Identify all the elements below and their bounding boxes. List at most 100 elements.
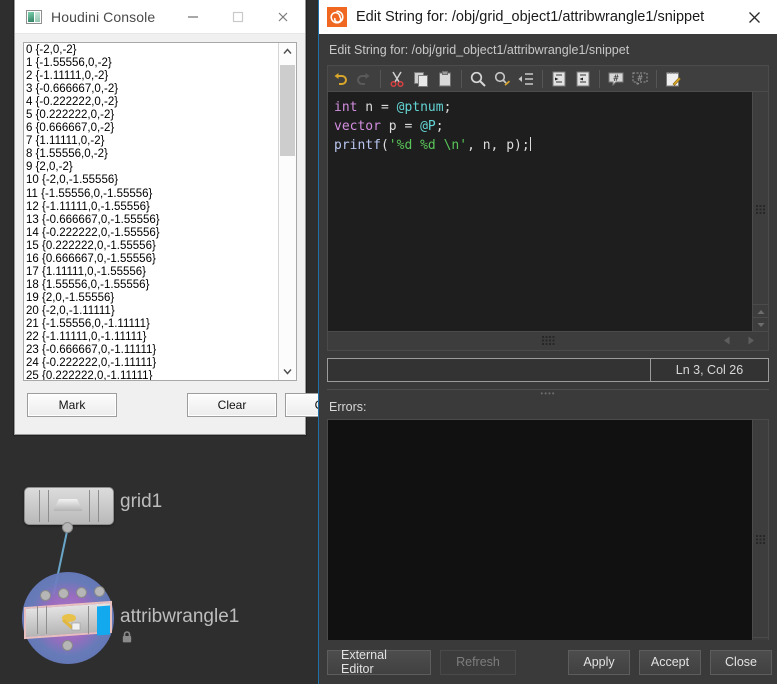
external-editor-button[interactable]: External Editor bbox=[327, 648, 431, 676]
comment-icon[interactable]: # bbox=[604, 67, 628, 91]
text-caret bbox=[529, 137, 531, 151]
code-editor-area[interactable]: int n = @ptnum; vector p = @P; printf('%d … bbox=[327, 91, 769, 332]
code-token: printf bbox=[334, 138, 381, 153]
console-output-line: 6 {0.666667,0,-2} bbox=[26, 122, 115, 135]
unindent-icon[interactable] bbox=[571, 67, 595, 91]
editor-toolbar[interactable]: # # bbox=[327, 65, 769, 91]
copy-icon[interactable] bbox=[409, 67, 433, 91]
svg-text:#: # bbox=[637, 74, 643, 84]
node-grid1-output[interactable] bbox=[62, 522, 73, 533]
edit-string-dialog[interactable]: Edit String for: /obj/grid_object1/attri… bbox=[318, 0, 777, 684]
maximize-icon[interactable] bbox=[215, 0, 260, 33]
mark-button[interactable]: Mark bbox=[27, 393, 117, 417]
node-attribwrangle1-output[interactable] bbox=[62, 640, 73, 651]
node-grid1[interactable] bbox=[24, 487, 114, 525]
console-output-line: 15 {0.222222,0,-1.55556} bbox=[26, 239, 156, 252]
console-output-line: 9 {2,0,-2} bbox=[26, 161, 73, 174]
houdini-console-window[interactable]: Houdini Console 0 {-2,0,-2} 1 {-1.55556,0… bbox=[14, 0, 375, 435]
svg-text:#: # bbox=[613, 74, 619, 84]
code-vertical-scrollbar[interactable] bbox=[752, 92, 768, 331]
cut-icon[interactable] bbox=[385, 67, 409, 91]
code-token: int bbox=[334, 100, 358, 115]
dialog-title: Edit String for: /obj/grid_object1/attri… bbox=[356, 9, 705, 25]
console-titlebar[interactable]: Houdini Console bbox=[15, 0, 305, 34]
undo-icon[interactable] bbox=[328, 67, 352, 91]
scroll-down-icon[interactable] bbox=[753, 317, 768, 331]
status-message bbox=[327, 358, 651, 382]
console-output-line: 16 {0.666667,0,-1.55556} bbox=[26, 252, 156, 265]
scrollbar-thumb[interactable] bbox=[280, 65, 295, 156]
uncomment-icon[interactable]: # bbox=[628, 67, 652, 91]
refresh-button: Refresh bbox=[440, 649, 516, 675]
console-output-line: 24 {-0.222222,0,-1.11111} bbox=[26, 357, 157, 370]
apply-button[interactable]: Apply bbox=[568, 649, 630, 675]
attribwrangle-node-glyph bbox=[58, 612, 84, 632]
code-token: p = bbox=[380, 119, 421, 134]
line-column-indicator: Ln 3, Col 26 bbox=[651, 358, 769, 382]
node-stripe bbox=[37, 605, 38, 635]
clear-button[interactable]: Clear bbox=[187, 393, 277, 417]
code-line: printf('%d %d \n', n, p); bbox=[334, 136, 752, 155]
paste-icon[interactable] bbox=[433, 67, 457, 91]
node-stripe bbox=[48, 490, 49, 522]
code-horizontal-scrollbar[interactable] bbox=[327, 332, 769, 351]
node-attribwrangle1-input-2[interactable] bbox=[76, 587, 87, 598]
find-replace-icon[interactable] bbox=[490, 67, 514, 91]
scroll-left-icon[interactable] bbox=[716, 332, 738, 349]
console-output-line: 3 {-0.666667,0,-2} bbox=[26, 83, 119, 96]
lock-icon bbox=[120, 630, 134, 644]
console-output-line: 23 {-0.666667,0,-1.11111} bbox=[26, 344, 157, 357]
console-title: Houdini Console bbox=[51, 8, 156, 25]
code-token: @P bbox=[420, 119, 436, 134]
close-icon[interactable] bbox=[260, 0, 305, 33]
panel-splitter[interactable]: •••• bbox=[327, 389, 769, 398]
scroll-right-icon[interactable] bbox=[740, 332, 762, 349]
errors-vertical-scrollbar[interactable] bbox=[752, 420, 768, 664]
scroll-up-icon[interactable] bbox=[279, 43, 296, 60]
node-attribwrangle1-label: attribwrangle1 bbox=[120, 606, 240, 627]
node-stripe bbox=[98, 490, 99, 522]
scroll-down-icon[interactable] bbox=[279, 363, 296, 380]
console-output-area[interactable]: 0 {-2,0,-2} 1 {-1.55556,0,-2} 2 {-1.11111,… bbox=[23, 42, 297, 381]
code-text[interactable]: int n = @ptnum; vector p = @P; printf('%d … bbox=[328, 92, 752, 331]
node-attribwrangle1[interactable] bbox=[24, 598, 112, 642]
console-output-line: 5 {0.222222,0,-2} bbox=[26, 109, 115, 122]
code-token: , n, p); bbox=[467, 138, 530, 153]
indent-icon[interactable] bbox=[547, 67, 571, 91]
scrollbar-grip-icon bbox=[756, 533, 765, 551]
errors-label: Errors: bbox=[329, 400, 367, 414]
node-stripe bbox=[46, 605, 47, 635]
console-output-line: 21 {-1.55556,0,-1.11111} bbox=[26, 317, 150, 330]
find-icon[interactable] bbox=[466, 67, 490, 91]
splitter-grip-icon: •••• bbox=[540, 389, 556, 398]
console-output-line: 10 {-2,0,-1.55556} bbox=[26, 174, 119, 187]
errors-content bbox=[328, 420, 752, 664]
toolbar-separator bbox=[380, 69, 381, 88]
errors-panel[interactable] bbox=[327, 419, 769, 665]
accept-button[interactable]: Accept bbox=[639, 649, 701, 675]
code-line: vector p = @P; bbox=[334, 117, 752, 136]
close-icon[interactable] bbox=[731, 0, 777, 34]
node-grid1-label: grid1 bbox=[120, 491, 163, 512]
console-output-line: 13 {-0.666667,0,-1.55556} bbox=[26, 213, 160, 226]
dialog-titlebar[interactable]: Edit String for: /obj/grid_object1/attri… bbox=[319, 0, 777, 34]
grid-node-glyph bbox=[53, 499, 83, 511]
go-to-line-icon[interactable] bbox=[514, 67, 538, 91]
scroll-up-icon[interactable] bbox=[753, 304, 768, 318]
dialog-footer: External Editor Refresh Apply Accept Clo… bbox=[319, 640, 777, 684]
minimize-icon[interactable] bbox=[170, 0, 215, 33]
edit-notes-icon[interactable] bbox=[661, 67, 685, 91]
console-output-list[interactable]: 0 {-2,0,-2} 1 {-1.55556,0,-2} 2 {-1.11111,… bbox=[24, 43, 278, 380]
code-token: vector bbox=[334, 119, 381, 134]
console-scrollbar[interactable] bbox=[278, 43, 296, 380]
console-output-line: 1 {-1.55556,0,-2} bbox=[26, 57, 112, 70]
houdini-logo-icon bbox=[327, 7, 347, 27]
code-token: ( bbox=[380, 138, 389, 153]
node-attribwrangle1-input-3[interactable] bbox=[94, 586, 105, 597]
close-button[interactable]: Close bbox=[710, 649, 772, 675]
node-flag-display[interactable] bbox=[97, 605, 110, 636]
console-output-line: 17 {1.11111,0,-1.55556} bbox=[26, 265, 147, 278]
dialog-subtitle: Edit String for: /obj/grid_object1/attri… bbox=[319, 34, 777, 65]
console-output-line: 4 {-0.222222,0,-2} bbox=[26, 96, 119, 109]
console-output-line: 18 {1.55556,0,-1.55556} bbox=[26, 278, 150, 291]
